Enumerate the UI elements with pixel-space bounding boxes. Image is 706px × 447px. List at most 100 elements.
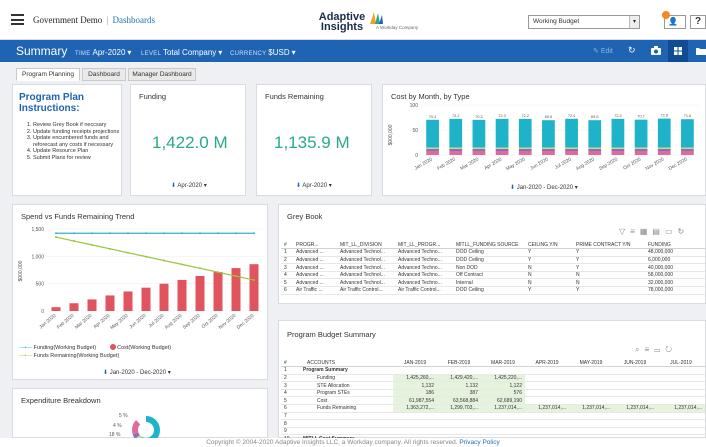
bar-segment[interactable] — [542, 147, 555, 150]
column-header[interactable]: MAY-2019 — [569, 359, 613, 368]
table-cell[interactable]: Funds Remaining — [293, 404, 393, 413]
table-cell[interactable]: 387 — [437, 389, 481, 398]
table-group-cell[interactable]: Program Summary — [293, 366, 393, 375]
table-cell[interactable] — [293, 412, 393, 421]
data-point[interactable] — [163, 259, 165, 262]
table-cell[interactable] — [569, 366, 613, 375]
table-cell[interactable] — [525, 389, 569, 398]
refresh-icon[interactable]: ↻ — [665, 345, 677, 354]
column-header[interactable]: APR-2019 — [525, 359, 569, 368]
table-cell[interactable]: Advanced Technol... — [337, 248, 395, 257]
data-point[interactable] — [235, 232, 237, 235]
table-cell[interactable] — [657, 381, 705, 390]
table-cell[interactable]: Advanced Techno... — [395, 256, 453, 265]
table-row[interactable]: 8 — [281, 419, 705, 428]
column-header[interactable]: FUNDING — [645, 241, 705, 250]
table-cell[interactable]: 6 — [281, 286, 293, 295]
table-cell[interactable]: Advanced Techno... — [395, 278, 453, 288]
bar-segment[interactable] — [518, 118, 532, 148]
table-row[interactable]: 4 Advanced ... Advanced Technol... Advanced… — [281, 271, 705, 280]
bar-segment[interactable] — [426, 119, 439, 148]
table-cell[interactable] — [481, 419, 525, 428]
table-cell[interactable]: 4 — [281, 271, 293, 280]
sort-icon[interactable]: ≡ — [630, 227, 640, 236]
table-cell[interactable]: 1,122 — [481, 381, 525, 390]
table-cell[interactable]: Y — [525, 256, 573, 265]
folder-icon[interactable] — [696, 47, 706, 55]
table-cell[interactable] — [569, 427, 613, 436]
bar-segment[interactable] — [681, 151, 694, 155]
table-cell[interactable]: 7 — [281, 412, 293, 421]
table-row[interactable]: 4 Program STEs 186 387 576 — [281, 389, 705, 398]
table-cell[interactable]: Advanced ... — [293, 263, 337, 272]
table-cell[interactable]: Program STEs — [293, 389, 393, 398]
help-button[interactable]: ? — [690, 15, 706, 29]
bar-segment[interactable] — [565, 118, 578, 148]
column-header[interactable]: MAR-2019 — [481, 359, 525, 368]
table-cell[interactable] — [481, 427, 525, 436]
table-cell[interactable]: 1,237,014,... — [525, 404, 569, 413]
table-cell[interactable] — [525, 366, 569, 375]
table-row[interactable]: 5 Advanced ... Advanced Technol... Advanced… — [281, 278, 705, 288]
sort-icon[interactable]: ≡ — [644, 345, 654, 354]
bar-segment[interactable] — [472, 151, 486, 155]
cost-bar[interactable] — [105, 295, 115, 311]
column-header[interactable]: MIT_LL_DIVISION — [337, 241, 395, 250]
table-cell[interactable]: DOD Ceiling — [453, 286, 525, 295]
bar-segment[interactable] — [565, 151, 578, 155]
table-cell[interactable] — [613, 389, 657, 398]
data-point[interactable] — [217, 271, 219, 274]
table-cell[interactable]: STE Allocation — [293, 381, 393, 390]
table-cell[interactable] — [569, 419, 613, 428]
table-cell[interactable]: 58,000,000 — [645, 271, 705, 280]
table-cell[interactable] — [525, 427, 569, 436]
bar-segment[interactable] — [588, 147, 602, 150]
table-cell[interactable]: Advanced Techno... — [395, 248, 453, 257]
table-cell[interactable]: Air Traffic Control... — [337, 286, 395, 295]
refresh-icon[interactable]: ↻ — [628, 45, 636, 56]
table-cell[interactable] — [437, 427, 481, 436]
table-cell[interactable] — [393, 412, 437, 421]
bar-segment[interactable] — [611, 151, 625, 155]
table-cell[interactable]: Advanced Technol... — [337, 256, 395, 265]
column-header[interactable]: # — [281, 241, 293, 250]
notification-badge[interactable] — [662, 11, 670, 19]
bar-segment[interactable] — [681, 147, 694, 150]
table-cell[interactable] — [613, 374, 657, 383]
save-icon[interactable]: ▭ — [654, 345, 665, 354]
table-cell[interactable] — [657, 419, 705, 428]
data-point[interactable] — [127, 232, 129, 235]
data-point[interactable] — [163, 232, 165, 235]
table-cell[interactable]: 1,299,703,... — [437, 404, 481, 413]
bar-segment[interactable] — [611, 118, 625, 148]
table-cell[interactable] — [613, 419, 657, 428]
cost-bar[interactable] — [249, 264, 259, 311]
data-point[interactable] — [109, 232, 111, 235]
table-cell[interactable]: Y — [525, 248, 573, 257]
table-cell[interactable]: 1 — [281, 248, 293, 257]
data-point[interactable] — [109, 247, 111, 250]
table-cell[interactable]: Advanced ... — [293, 271, 337, 280]
bar-segment[interactable] — [495, 118, 509, 148]
bar-segment[interactable] — [472, 147, 486, 150]
table-cell[interactable]: 2 — [281, 256, 293, 265]
table-cell[interactable]: 5 — [281, 278, 293, 288]
table-cell[interactable]: 40,000,000 — [645, 263, 705, 272]
spend-trend-period[interactable]: ⬇ Jan-2020 - Dec-2020 ▾ — [103, 369, 171, 376]
table-cell[interactable]: Advanced ... — [293, 278, 337, 288]
dashboards-link[interactable]: Dashboards — [113, 15, 156, 25]
table-cell[interactable]: N — [525, 263, 573, 272]
table-cell[interactable] — [525, 396, 569, 406]
table-cell[interactable]: Y — [525, 286, 573, 295]
bar-segment[interactable] — [588, 120, 602, 148]
data-point[interactable] — [127, 251, 129, 254]
bar-segment[interactable] — [449, 151, 463, 155]
table-cell[interactable]: Advanced ... — [293, 256, 337, 265]
table-cell[interactable] — [481, 366, 525, 375]
table-cell[interactable] — [569, 374, 613, 383]
table-cell[interactable]: 1,363,272,... — [393, 404, 437, 413]
table-cell[interactable]: 576 — [481, 389, 525, 398]
table-cell[interactable]: Advanced Techno... — [395, 263, 453, 272]
table-cell[interactable] — [293, 419, 393, 428]
data-point[interactable] — [145, 232, 147, 235]
